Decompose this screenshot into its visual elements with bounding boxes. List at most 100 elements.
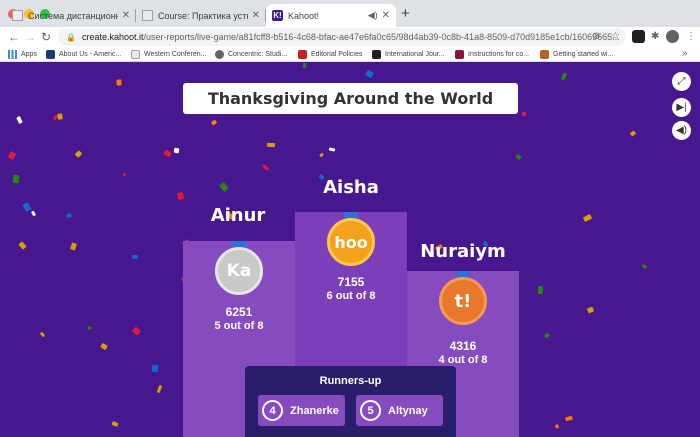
bookmark-favicon-icon	[46, 50, 55, 59]
rank-badge: 5	[360, 400, 381, 421]
puzzle-icon[interactable]: ✱	[651, 31, 659, 42]
confetti-piece	[543, 332, 551, 339]
bookmark-item[interactable]: International Jour...	[372, 48, 445, 61]
confetti-piece	[22, 202, 32, 212]
profile-avatar[interactable]	[666, 30, 679, 43]
bookmark-apps[interactable]: Apps	[8, 48, 37, 61]
url-host: create.kahoot.it	[81, 32, 144, 42]
bookmark-label: Western Conferen...	[144, 51, 207, 58]
confetti-piece	[151, 364, 159, 373]
runners-up-panel: Runners-up 4 Zhanerke 5 Altynay	[245, 366, 456, 437]
runner-up-item: 5 Altynay	[356, 395, 443, 426]
back-icon[interactable]: ←	[8, 29, 20, 45]
bookmark-favicon-icon	[372, 50, 381, 59]
confetti-piece	[131, 254, 139, 260]
eye-off-icon[interactable]: ⊘	[592, 31, 600, 42]
kahoot-icon: K!	[272, 10, 283, 21]
confetti-piece	[66, 212, 72, 219]
confetti-piece	[554, 424, 560, 429]
confetti-piece	[219, 182, 229, 192]
more-bookmarks-icon[interactable]: »	[682, 48, 688, 59]
rank-badge: 4	[262, 400, 283, 421]
close-tab-icon[interactable]: ✕	[252, 10, 260, 21]
confetti-piece	[515, 153, 522, 161]
bookmark-favicon-icon	[540, 50, 549, 59]
apps-grid-icon	[8, 50, 17, 59]
star-icon[interactable]: ☆	[611, 31, 620, 42]
third-place-correct: 4 out of 8	[438, 354, 488, 366]
confetti-piece	[565, 415, 573, 422]
bookmark-item[interactable]: Concentric: Studi...	[215, 48, 287, 61]
confetti-piece	[210, 119, 218, 126]
bookmark-label: Apps	[21, 51, 37, 58]
confetti-piece	[163, 149, 172, 158]
confetti-piece	[69, 242, 78, 251]
confetti-piece	[156, 384, 163, 394]
bookmarks-bar: Apps About Us - Americ... Western Confer…	[0, 47, 700, 62]
runners-up-title: Runners-up	[319, 375, 382, 387]
bookmark-item[interactable]: Editorial Policies	[298, 48, 362, 61]
confetti-piece	[319, 152, 324, 158]
speaker-icon[interactable]: ◀)	[368, 10, 378, 21]
bookmark-item[interactable]: About Us - Americ...	[46, 48, 121, 61]
first-place-name: Aisha	[323, 177, 379, 198]
tab-strip: Система дистанционного обу ✕ Course: Пра…	[0, 0, 700, 27]
confetti-piece	[560, 72, 568, 81]
url-path: /user-reports/live-game/a81fcff8-b516-4c…	[143, 32, 620, 42]
confetti-piece	[87, 326, 92, 330]
confetti-piece	[261, 164, 270, 171]
bookmark-favicon-icon	[455, 50, 464, 59]
third-place-score: 4316	[449, 339, 477, 353]
fullscreen-icon[interactable]: ⤢	[672, 72, 691, 91]
close-tab-icon[interactable]: ✕	[122, 10, 130, 21]
skip-icon[interactable]: ▶|	[672, 98, 691, 117]
reload-icon[interactable]: ↻	[41, 29, 51, 45]
third-place-name: Nuraiym	[420, 241, 506, 262]
confetti-piece	[16, 115, 23, 125]
runner-up-name: Altynay	[388, 404, 428, 417]
tab-1[interactable]: Система дистанционного обу ✕	[6, 4, 136, 27]
bookmark-item[interactable]: Instructions for co...	[455, 48, 529, 61]
bookmark-item[interactable]: Western Conferen...	[131, 48, 207, 61]
first-place-score: 7155	[337, 275, 365, 289]
confetti-piece	[522, 112, 526, 116]
confetti-piece	[266, 142, 276, 148]
silver-medal-avatar: Ka	[215, 247, 263, 295]
bookmark-label: International Jour...	[385, 51, 445, 58]
extension-icon[interactable]	[632, 30, 645, 43]
confetti-piece	[39, 331, 46, 338]
bookmark-label: Getting started wi...	[553, 51, 614, 58]
address-bar[interactable]: 🔒 create.kahoot.it /user-reports/live-ga…	[58, 28, 626, 46]
lock-icon: 🔒	[66, 32, 76, 42]
page-icon	[142, 10, 153, 21]
tab-title: Kahoot!	[288, 10, 320, 21]
confetti-piece	[586, 306, 595, 314]
tab-kahoot[interactable]: K! Kahoot! ◀) ✕	[266, 4, 396, 27]
confetti-piece	[12, 174, 20, 184]
confetti-piece	[328, 147, 336, 152]
forward-icon[interactable]: →	[24, 29, 36, 45]
runner-up-item: 4 Zhanerke	[258, 395, 345, 426]
confetti-piece	[30, 210, 37, 217]
bookmark-item[interactable]: Getting started wi...	[540, 48, 613, 61]
gold-medal-avatar: hoo	[327, 218, 375, 266]
tab-2[interactable]: Course: Практика устной и пи ✕	[136, 4, 266, 27]
confetti-piece	[173, 147, 180, 154]
tab-title: Course: Практика устной и пи	[158, 10, 248, 21]
menu-icon[interactable]: ⋮	[686, 31, 696, 42]
first-place-correct: 6 out of 8	[326, 290, 376, 302]
close-tab-icon[interactable]: ✕	[382, 10, 390, 21]
confetti-piece	[100, 342, 108, 351]
kahoot-podium-page: Thanksgiving Around the World ⤢ ▶| ◀) Ai…	[0, 62, 700, 437]
new-tab-button[interactable]: +	[401, 6, 410, 21]
tab-title: Система дистанционного обу	[28, 10, 118, 21]
volume-icon[interactable]: ◀)	[672, 121, 691, 140]
page-icon	[12, 10, 23, 21]
browser-toolbar: ← → ↻ 🔒 create.kahoot.it /user-reports/l…	[0, 27, 700, 47]
bookmark-favicon-icon	[131, 50, 140, 59]
second-place-correct: 5 out of 8	[214, 320, 264, 332]
second-place-name: Ainur	[210, 205, 266, 226]
bronze-medal-avatar: t!	[439, 277, 487, 325]
confetti-piece	[57, 113, 63, 120]
bookmark-favicon-icon	[298, 50, 307, 59]
